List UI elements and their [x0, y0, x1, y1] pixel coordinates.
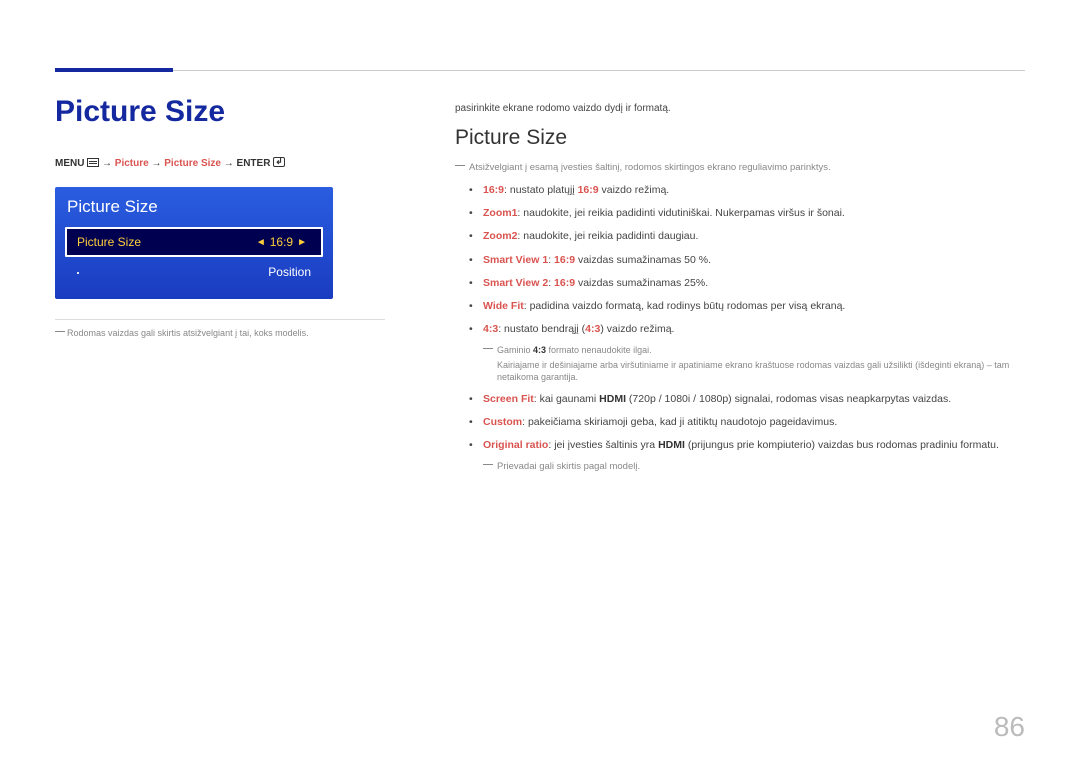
- sub-note: Kairiajame ir dešiniajame arba viršutini…: [483, 359, 1025, 384]
- osd-panel: Picture Size Picture Size ◄ 16:9 ► · Pos…: [55, 187, 333, 299]
- list-item: Smart View 2: 16:9 vaizdas sumažinamas 2…: [483, 276, 1025, 291]
- dash-icon: [55, 331, 65, 332]
- top-rule-accent: [55, 68, 173, 72]
- section-heading: Picture Size: [455, 126, 1025, 150]
- crumb-picture: Picture: [115, 158, 149, 169]
- intro-text: pasirinkite ekrane rodomo vaizdo dydį ir…: [455, 103, 1025, 114]
- list-item: Zoom1: naudokite, jei reikia padidinti v…: [483, 206, 1025, 221]
- top-rule: [55, 70, 1025, 71]
- list-item: Zoom2: naudokite, jei reikia padidinti d…: [483, 229, 1025, 244]
- left-note: Rodomas vaizdas gali skirtis atsižvelgia…: [55, 328, 385, 338]
- menu-icon: [87, 158, 99, 167]
- list-item: 4:3: nustato bendrąjį (4:3) vaizdo režim…: [483, 322, 1025, 383]
- osd-row-picture-size[interactable]: Picture Size ◄ 16:9 ►: [65, 227, 323, 257]
- crumb-arrow-2: →: [151, 158, 164, 169]
- dash-icon: [455, 165, 465, 166]
- spec-list: 16:9: nustato platųjį 16:9 vaizdo režimą…: [455, 183, 1025, 453]
- enter-icon: [273, 157, 285, 167]
- osd-row-label: Picture Size: [77, 235, 141, 249]
- chevron-left-icon[interactable]: ◄: [252, 237, 270, 248]
- page-title: Picture Size: [55, 95, 385, 129]
- right-note-1: Atsižvelgiant į esamą įvesties šaltinį, …: [455, 162, 1025, 173]
- dash-icon: [483, 464, 493, 465]
- page-number: 86: [994, 711, 1025, 743]
- right-column: pasirinkite ekrane rodomo vaizdo dydį ir…: [455, 103, 1025, 482]
- crumb-arrow-1: →: [102, 158, 115, 169]
- list-item: Screen Fit: kai gaunami HDMI (720p / 108…: [483, 392, 1025, 407]
- chevron-right-icon[interactable]: ►: [293, 237, 311, 248]
- crumb-arrow-3: →: [224, 158, 237, 169]
- crumb-menu: MENU: [55, 158, 84, 169]
- right-note-2: Prievadai gali skirtis pagal modelį.: [455, 461, 1025, 472]
- list-item: 16:9: nustato platųjį 16:9 vaizdo režimą…: [483, 183, 1025, 198]
- list-item: Original ratio: jei įvesties šaltinis yr…: [483, 438, 1025, 453]
- crumb-picture-size: Picture Size: [164, 158, 221, 169]
- bullet-icon: ·: [75, 266, 81, 278]
- list-item: Custom: pakeičiama skiriamoji geba, kad …: [483, 415, 1025, 430]
- list-item: Smart View 1: 16:9 vaizdas sumažinamas 5…: [483, 253, 1025, 268]
- sub-note: Gaminio 4:3 formato nenaudokite ilgai.: [483, 344, 1025, 357]
- dash-icon: [483, 348, 493, 349]
- osd-sub-label: Position: [268, 265, 311, 279]
- crumb-enter: ENTER: [237, 158, 271, 169]
- left-column: Picture Size MENU → Picture → Picture Si…: [55, 95, 385, 338]
- breadcrumb: MENU → Picture → Picture Size → ENTER: [55, 157, 385, 169]
- osd-row-position[interactable]: · Position: [67, 259, 321, 285]
- osd-row-value: 16:9: [270, 235, 293, 249]
- osd-title: Picture Size: [67, 197, 321, 217]
- left-divider: Rodomas vaizdas gali skirtis atsižvelgia…: [55, 319, 385, 338]
- list-item: Wide Fit: padidina vaizdo formatą, kad r…: [483, 299, 1025, 314]
